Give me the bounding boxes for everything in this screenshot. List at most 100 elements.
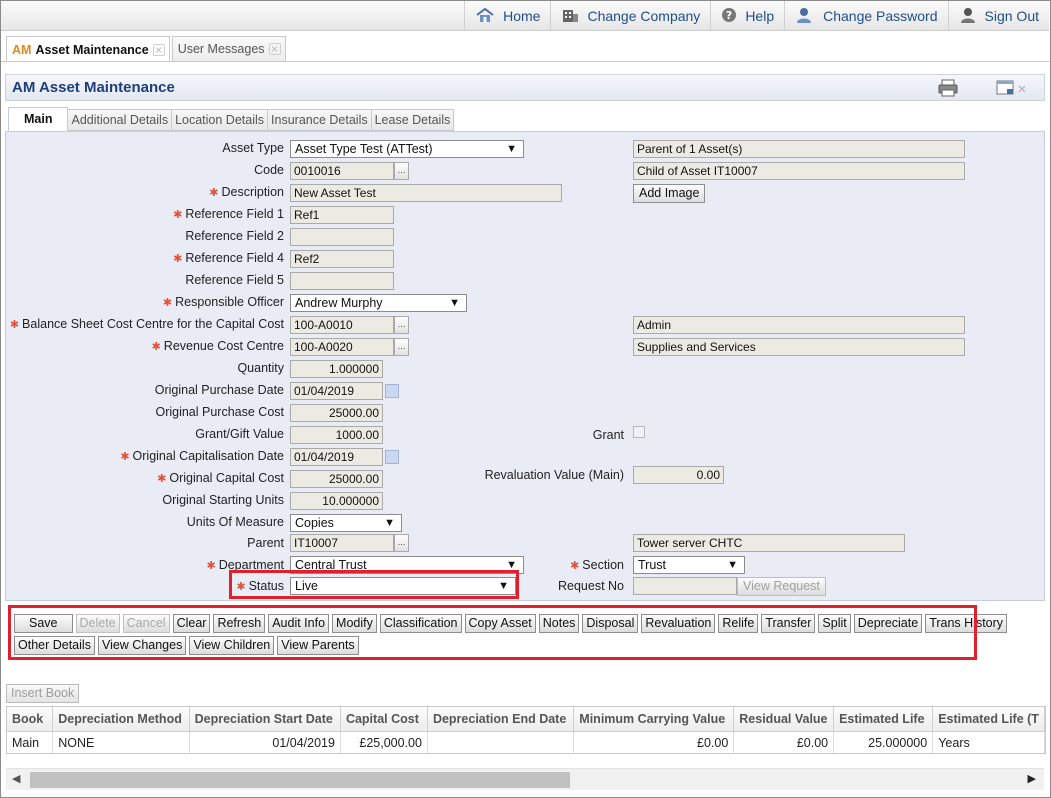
responsible-officer-select[interactable]: Andrew Murphy ▼ — [290, 294, 467, 312]
svg-text:?: ? — [726, 9, 732, 22]
ref2-field[interactable] — [290, 228, 394, 246]
bs-cost-centre-lookup-button[interactable]: ... — [394, 316, 409, 334]
tab-main[interactable]: Main — [8, 107, 69, 131]
col-book[interactable]: Book — [7, 707, 54, 732]
ref1-label: ✱ Reference Field 1 — [173, 207, 284, 221]
scroll-right-icon[interactable]: ▶ — [1028, 772, 1036, 785]
insert-book-button[interactable]: Insert Book — [6, 684, 80, 703]
revaluation-value-field: 0.00 — [633, 466, 724, 484]
actions-highlight-box — [8, 605, 977, 660]
cell-minimum-carrying-value: £0.00 — [573, 731, 735, 753]
parent-lookup-button[interactable]: ... — [394, 534, 409, 552]
orig-purchase-date-label: Original Purchase Date — [154, 383, 284, 397]
home-label: Home — [503, 8, 541, 24]
required-icon: ✱ — [9, 319, 20, 331]
parent-field[interactable]: IT10007 — [290, 534, 394, 552]
orig-purchase-cost-field[interactable]: 25000.00 — [290, 404, 383, 422]
orig-purchase-date-field[interactable]: 01/04/2019 — [290, 382, 383, 400]
print-icon[interactable] — [937, 79, 959, 100]
section-value: Trust — [638, 558, 667, 572]
table-row[interactable]: Main NONE 01/04/2019 £25,000.00 £0.00 £0… — [7, 731, 1045, 753]
orig-cap-cost-label: ✱ Original Capital Cost — [157, 471, 284, 485]
orig-starting-units-field[interactable]: 10.000000 — [290, 492, 383, 510]
calendar-icon[interactable] — [385, 450, 399, 464]
child-of-field: Child of Asset IT10007 — [633, 162, 965, 180]
asset-type-select[interactable]: Asset Type Test (ATTest) ▼ — [290, 140, 524, 158]
dropdown-arrow-icon: ▼ — [384, 517, 395, 529]
home-link[interactable]: Home — [464, 1, 550, 31]
cell-book: Main — [7, 731, 54, 753]
bs-cost-centre-label: ✱ Balance Sheet Cost Centre for the Capit… — [9, 317, 284, 331]
code-field[interactable]: 0010016 — [290, 162, 394, 180]
view-request-button[interactable]: View Request — [737, 577, 826, 596]
col-capital-cost[interactable]: Capital Cost — [340, 707, 428, 732]
tab-insurance-details[interactable]: Insurance Details — [268, 109, 372, 131]
scroll-left-icon[interactable]: ◀ — [12, 772, 20, 785]
grant-gift-value-label: Grant/Gift Value — [195, 427, 284, 441]
close-icon[interactable]: × — [268, 43, 281, 55]
tab-additional-details[interactable]: Additional Details — [68, 109, 173, 131]
tab-user-messages[interactable]: User Messages × — [171, 36, 286, 61]
scrollbar-thumb[interactable] — [30, 772, 570, 788]
quantity-field[interactable]: 1.000000 — [290, 360, 383, 378]
required-icon: ✱ — [120, 451, 130, 463]
window-close-icon[interactable] — [994, 78, 1034, 101]
request-no-field[interactable] — [633, 577, 737, 595]
document-tabs: AM Asset Maintenance × User Messages × — [6, 36, 288, 62]
help-link[interactable]: ? Help — [710, 1, 784, 31]
orig-cap-date-field[interactable]: 01/04/2019 — [290, 448, 383, 466]
help-label: Help — [745, 8, 775, 24]
tab-asset-maintenance-label: Asset Maintenance — [35, 42, 149, 57]
change-company-link[interactable]: Change Company — [550, 1, 710, 31]
sign-out-link[interactable]: Sign Out — [947, 1, 1049, 31]
bs-cost-centre-field[interactable]: 100-A0010 — [290, 316, 394, 334]
parent-desc: Tower server CHTC — [633, 534, 905, 552]
change-password-link[interactable]: Change Password — [784, 1, 947, 31]
col-residual-value[interactable]: Residual Value — [733, 707, 835, 732]
units-of-measure-select[interactable]: Copies ▼ — [290, 514, 402, 532]
ref1-field[interactable]: Ref1 — [290, 206, 394, 224]
col-minimum-carrying-value[interactable]: Minimum Carrying Value — [573, 707, 735, 732]
add-image-button[interactable]: Add Image — [633, 184, 706, 203]
rev-cost-centre-lookup-button[interactable]: ... — [394, 338, 409, 356]
cell-depreciation-start-date: 01/04/2019 — [189, 731, 341, 753]
table-header-row: Book Depreciation Method Depreciation St… — [7, 707, 1045, 732]
tab-lease-details[interactable]: Lease Details — [371, 109, 455, 131]
dropdown-arrow-icon: ▼ — [506, 143, 517, 155]
grant-gift-value-field[interactable]: 1000.00 — [290, 426, 383, 444]
responsible-officer-label: ✱ Responsible Officer — [162, 295, 284, 309]
panel-header: AM Asset Maintenance — [5, 74, 1045, 101]
user-signout-icon — [959, 7, 977, 26]
code-lookup-button[interactable]: ... — [394, 162, 409, 180]
grant-checkbox[interactable] — [633, 426, 645, 438]
required-icon: ✱ — [157, 473, 167, 485]
cell-estimated-life-type: Years — [932, 731, 1045, 753]
status-highlight-box — [229, 570, 519, 599]
ref5-field[interactable] — [290, 272, 394, 290]
tab-asset-maintenance[interactable]: AM Asset Maintenance × — [6, 36, 170, 62]
col-depreciation-method[interactable]: Depreciation Method — [52, 707, 190, 732]
col-estimated-life[interactable]: Estimated Life — [833, 707, 934, 732]
grant-label: Grant — [592, 428, 624, 442]
top-nav: Home Change Company ? Help Change Passwo… — [464, 1, 1049, 31]
tab-location-details[interactable]: Location Details — [172, 109, 269, 131]
tab-divider — [1, 61, 1049, 62]
section-select[interactable]: Trust ▼ — [633, 556, 745, 574]
close-icon[interactable]: × — [152, 43, 165, 56]
ref4-field[interactable]: Ref2 — [290, 250, 394, 268]
ref2-label: Reference Field 2 — [185, 229, 284, 243]
orig-starting-units-label: Original Starting Units — [162, 493, 284, 507]
orig-cap-cost-field[interactable]: 25000.00 — [290, 470, 383, 488]
page-title: AM Asset Maintenance — [12, 79, 175, 96]
orig-purchase-cost-label: Original Purchase Cost — [155, 405, 284, 419]
orig-cap-date-label: ✱ Original Capitalisation Date — [120, 449, 284, 463]
col-depreciation-end-date[interactable]: Depreciation End Date — [427, 707, 575, 732]
horizontal-scrollbar[interactable]: ◀ ▶ — [6, 768, 1044, 790]
rev-cost-centre-desc: Supplies and Services — [633, 338, 965, 356]
rev-cost-centre-field[interactable]: 100-A0020 — [290, 338, 394, 356]
col-depreciation-start-date[interactable]: Depreciation Start Date — [189, 707, 341, 732]
description-field[interactable]: New Asset Test — [290, 184, 562, 202]
col-estimated-life-type[interactable]: Estimated Life (T — [932, 707, 1045, 732]
ref4-label: ✱ Reference Field 4 — [173, 251, 284, 265]
calendar-icon[interactable] — [385, 384, 399, 398]
